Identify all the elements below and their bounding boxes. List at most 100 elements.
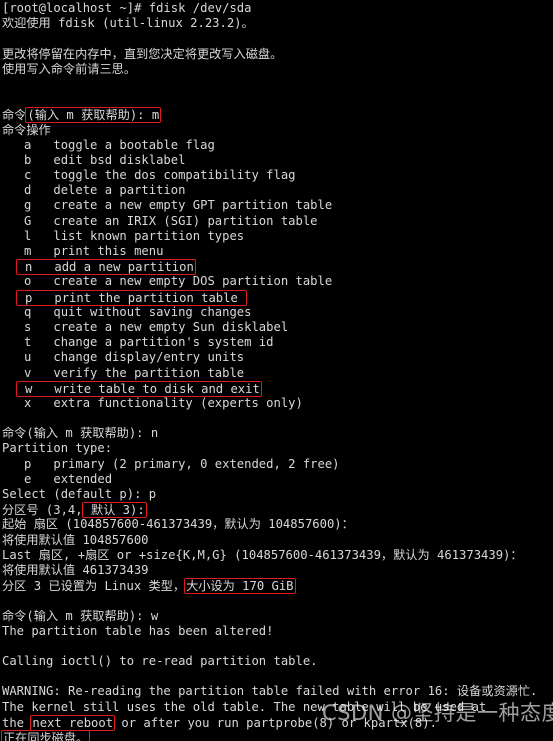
terminal-line: Last 扇区, +扇区 or +size{K,M,G} (104857600-… [2, 548, 553, 563]
line-text: l list known partition types [2, 228, 245, 243]
red-highlight-box: next reboot [30, 714, 116, 731]
line-text: s create a new empty Sun disklabel [2, 319, 289, 334]
line-text: 将使用默认值 461373439 [2, 562, 149, 577]
line-text: 命令(输入 m 获取帮助): n [2, 426, 159, 441]
terminal-line: l list known partition types [2, 229, 553, 244]
line-text: or after you run partprobe(8) or kpartx(… [114, 715, 437, 730]
line-text: 将使用默认值 104857600 [2, 532, 149, 547]
line-text: Select (default p): p [2, 487, 157, 501]
terminal-line: m print this menu [2, 244, 553, 259]
terminal-line: g create a new empty GPT partition table [2, 198, 553, 213]
line-text: Last 扇区, +扇区 or +size{K,M,G} (104857600-… [2, 547, 523, 562]
terminal-line: 正在同步磁盘。 [1, 730, 553, 741]
terminal-line: Select (default p): p [2, 487, 553, 502]
line-text: q quit without saving changes [2, 304, 252, 319]
line-text: The partition table has been altered! [2, 623, 274, 638]
line-text: o create a new empty DOS partition table [2, 274, 333, 289]
terminal-line: x extra functionality (experts only) [2, 396, 553, 411]
terminal-line: b edit bsd disklabel [2, 153, 553, 168]
red-highlight-box: (输入 m 获取帮助): m [25, 107, 162, 124]
line-text [2, 291, 17, 305]
terminal-line: 命令(输入 m 获取帮助): w [2, 609, 553, 624]
line-text: Calling ioctl() to re-read partition tab… [2, 654, 318, 669]
terminal-line: n add a new partition [2, 259, 553, 276]
line-text: 命令 [2, 108, 27, 123]
terminal-line: 命令操作 [2, 123, 553, 138]
terminal-line: c toggle the dos compatibility flag [2, 168, 553, 183]
terminal-line: e extended [2, 472, 553, 487]
line-text: 命令操作 [2, 122, 51, 137]
line-text: u change display/entry units [2, 350, 245, 365]
terminal-line: q quit without saving changes [2, 305, 553, 320]
terminal-line: The kernel still uses the old table. The… [2, 700, 553, 715]
line-text: g create a new empty GPT partition table [2, 198, 333, 213]
line-text: 分区号 (3,4, [2, 503, 83, 518]
terminal-line: 命令(输入 m 获取帮助): n [2, 426, 553, 441]
terminal-line: Calling ioctl() to re-read partition tab… [2, 654, 553, 669]
terminal-line: 将使用默认值 461373439 [2, 563, 553, 578]
line-text: t change a partition's system id [2, 335, 274, 350]
line-text: c toggle the dos compatibility flag [2, 168, 296, 183]
terminal-line: s create a new empty Sun disklabel [2, 320, 553, 335]
terminal-line: p primary (2 primary, 0 extended, 2 free… [2, 457, 553, 472]
line-text: v verify the partition table [2, 365, 245, 380]
terminal-window[interactable]: [root@localhost ~]# fdisk /dev/sda 欢迎使用 f… [0, 0, 553, 741]
terminal-line: 分区 3 已设置为 Linux 类型，大小设为 170 GiB [2, 578, 553, 595]
terminal-line: 分区号 (3,4, 默认 3): [2, 502, 553, 519]
line-text: x extra functionality (experts only) [2, 395, 303, 410]
line-text: e extended [2, 471, 113, 486]
line-text: WARNING: Re-reading the partition table … [2, 684, 538, 699]
line-text: the [2, 715, 32, 730]
red-highlight-box: w write table to disk and exit [15, 380, 262, 397]
terminal-line: 使用写入命令前请三思。 [2, 62, 553, 77]
red-highlight-box: p print the partition table [15, 289, 248, 306]
terminal-line: a toggle a bootable flag [2, 138, 553, 153]
terminal-line: [root@localhost ~]# fdisk /dev/sda [2, 1, 553, 16]
red-highlight-box: 默认 3): [81, 502, 147, 519]
terminal-line: the next reboot or after you run partpro… [2, 714, 553, 731]
line-text [2, 260, 17, 274]
line-text: m print this menu [2, 244, 164, 258]
red-highlight-box: 正在同步磁盘。 [1, 730, 91, 741]
red-highlight-box: n add a new partition [15, 259, 196, 276]
terminal-line: u change display/entry units [2, 350, 553, 365]
terminal-line: G create an IRIX (SGI) partition table [2, 214, 553, 229]
line-text: 分区 3 已设置为 Linux 类型， [2, 579, 186, 594]
terminal-line: w write table to disk and exit [2, 380, 553, 397]
terminal-line: Partition type: [2, 441, 553, 456]
terminal-line: The partition table has been altered! [2, 624, 553, 639]
terminal-line: WARNING: Re-reading the partition table … [2, 684, 553, 699]
line-text: Partition type: [2, 441, 113, 456]
line-text: [root@localhost ~]# fdisk /dev/sda [2, 1, 252, 15]
terminal-line: 命令(输入 m 获取帮助): m [2, 107, 553, 124]
line-text: 起始 扇区 (104857600-461373439，默认为 104857600… [2, 517, 354, 532]
line-text: p primary (2 primary, 0 extended, 2 free… [2, 456, 340, 471]
line-text: b edit bsd disklabel [2, 152, 186, 167]
terminal-line: o create a new empty DOS partition table [2, 274, 553, 289]
line-text: a toggle a bootable flag [2, 137, 215, 152]
red-highlight-box: 大小设为 170 GiB [184, 578, 296, 595]
line-text: 欢迎使用 fdisk (util-linux 2.23.2)。 [2, 16, 254, 31]
terminal-line: 起始 扇区 (104857600-461373439，默认为 104857600… [2, 517, 553, 532]
terminal-line: v verify the partition table [2, 366, 553, 381]
terminal-line: p print the partition table [2, 289, 553, 306]
line-text: 使用写入命令前请三思。 [2, 61, 137, 76]
line-text: d delete a partition [2, 183, 186, 198]
terminal-screen: [root@localhost ~]# fdisk /dev/sda 欢迎使用 f… [0, 0, 553, 741]
terminal-line: 更改将停留在内存中，直到您决定将更改写入磁盘。 [2, 47, 553, 62]
terminal-line: 将使用默认值 104857600 [2, 533, 553, 548]
terminal-line: 欢迎使用 fdisk (util-linux 2.23.2)。 [2, 16, 553, 31]
terminal-line: d delete a partition [2, 183, 553, 198]
terminal-line: t change a partition's system id [2, 335, 553, 350]
line-text: 命令(输入 m 获取帮助): w [2, 608, 159, 623]
line-text: The kernel still uses the old table. The… [2, 699, 487, 714]
line-text: G create an IRIX (SGI) partition table [2, 213, 318, 228]
line-text [2, 382, 17, 396]
